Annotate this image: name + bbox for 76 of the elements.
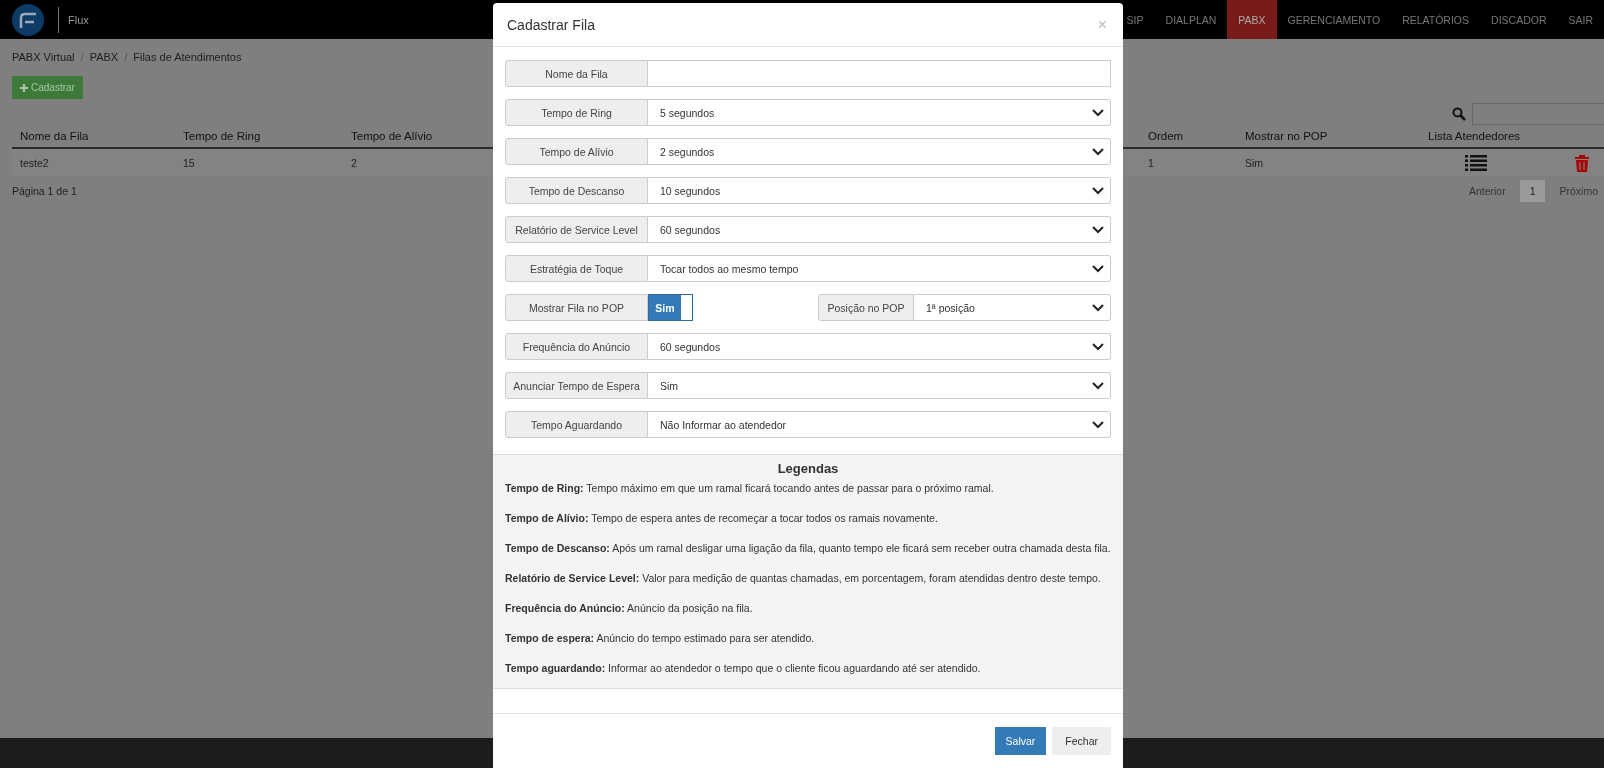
legend-text: Relatório de Service Level: Valor para medição de quantas chamadas, em porcentagem, foram atendidas dentro deste tempo. [505, 572, 1102, 584]
nav-link[interactable]: GERENCIAMENTO [1276, 0, 1392, 39]
page-link[interactable]: 1 [1519, 180, 1546, 202]
chevron-down-icon [1092, 147, 1104, 156]
legend-text: Tempo de espera: Anúncio do tempo estimado para ser atendido. [505, 632, 816, 644]
select-field[interactable]: Tocar todos ao mesmo tempo [648, 255, 1111, 282]
nav-link[interactable]: DIALPLAN [1154, 0, 1228, 39]
field-label: Tempo Aguardando [505, 411, 648, 438]
search-field[interactable] [1472, 103, 1604, 125]
breadcrumb-item[interactable]: PABX [89, 51, 119, 63]
nav-link[interactable]: DISCADOR [1480, 0, 1558, 39]
field-label: Anunciar Tempo de Espera [505, 372, 648, 399]
field-label: Frequência do Anúncio [505, 333, 648, 360]
select-field[interactable]: 10 segundos [648, 177, 1111, 204]
logo-icon [12, 3, 44, 36]
field-label: Tempo de Ring [505, 99, 648, 126]
legend-text: Tempo de Ring: Tempo máximo em que um ramal ficará tocando antes de passar para o próximo ramal. [505, 482, 995, 494]
select-field[interactable]: 60 segundos [648, 333, 1111, 360]
legend-text: Tempo aguardando: Informar ao atendedor o tempo que o cliente ficou aguardando até ser atendido. [505, 662, 982, 674]
chevron-down-icon [1092, 108, 1104, 117]
column-header: Nome da Fila [19, 130, 90, 142]
previous-link[interactable]: Anterior [1462, 185, 1512, 197]
close-button[interactable]: Fechar [1052, 727, 1111, 755]
breadcrumb-separator: / [124, 51, 128, 63]
column-header: Lista Atendedores [1427, 130, 1522, 142]
list-icon[interactable] [1465, 154, 1487, 171]
chevron-down-icon [1092, 186, 1104, 195]
select-field[interactable]: 1ª posição [914, 294, 1111, 321]
breadcrumb-item[interactable]: PABX Virtual [12, 51, 75, 63]
select-field[interactable]: 5 segundos [648, 99, 1111, 126]
nav-link[interactable]: PABX [1227, 0, 1277, 39]
chevron-down-icon [1092, 303, 1104, 312]
select-field[interactable]: Sim [648, 372, 1111, 399]
chevron-down-icon [1092, 342, 1104, 351]
field-label: Posição no POP [818, 294, 914, 321]
page-summary: Página 1 de 1 [12, 185, 77, 197]
save-button[interactable]: Salvar [994, 727, 1047, 755]
legend-title: Legendas [776, 461, 840, 476]
field-label: Relatório de Service Level [505, 216, 648, 243]
plus-icon [20, 83, 28, 92]
chevron-down-icon [1092, 381, 1104, 390]
table-cell-text: 1 [1147, 156, 1155, 169]
select-field[interactable]: 2 segundos [648, 138, 1111, 165]
nav-link[interactable]: RELATÓRIOS [1391, 0, 1481, 39]
chevron-down-icon [1092, 225, 1104, 234]
toggle-switch[interactable]: Sim [648, 294, 693, 321]
field-label: Estratégia de Toque [505, 255, 648, 282]
legend-text: Tempo de Descanso: Após um ramal desligar uma ligação da fila, quanto tempo ele ficará sem receber outra chamada desta fila. [505, 542, 1111, 554]
trash-icon[interactable] [1574, 153, 1590, 172]
breadcrumb-item[interactable]: Filas de Atendimentos [133, 51, 242, 63]
field-label: Tempo de Alívio [505, 138, 648, 165]
chevron-down-icon [1092, 264, 1104, 273]
field-label: Mostrar Fila no POP [505, 294, 648, 321]
legend-text: Tempo de Alívio: Tempo de espera antes de recomeçar a tocar todos os ramais novamente. [505, 512, 939, 524]
column-header: Tempo de Alívio [350, 130, 434, 142]
legend-text: Frequência do Anúncio: Anúncio da posição na fila. [505, 602, 754, 614]
search-icon [1452, 107, 1466, 121]
next-link[interactable]: Próximo [1553, 185, 1604, 197]
column-header: Ordem [1147, 130, 1185, 142]
brand-name: Flux [68, 13, 89, 26]
nav-link[interactable]: SAIR [1557, 0, 1604, 39]
table-cell-text: Sim [1244, 156, 1265, 169]
column-header: Tempo de Ring [182, 130, 262, 142]
chevron-down-icon [1092, 420, 1104, 429]
table-cell-text: 2 [350, 156, 358, 169]
modal-title: Cadastrar Fila [507, 16, 596, 33]
table-cell-text: teste2 [19, 156, 50, 169]
field-label: Tempo de Descanso [505, 177, 648, 204]
select-field[interactable]: 60 segundos [648, 216, 1111, 243]
table-cell-text: 15 [182, 156, 196, 169]
add-button[interactable]: Cadastrar [12, 76, 83, 99]
input-field[interactable] [648, 60, 1111, 87]
column-header: Mostrar no POP [1244, 130, 1329, 142]
field-label: Nome da Fila [505, 60, 648, 87]
breadcrumb-separator: / [80, 51, 84, 63]
select-field[interactable]: Não Informar ao atendedor [648, 411, 1111, 438]
